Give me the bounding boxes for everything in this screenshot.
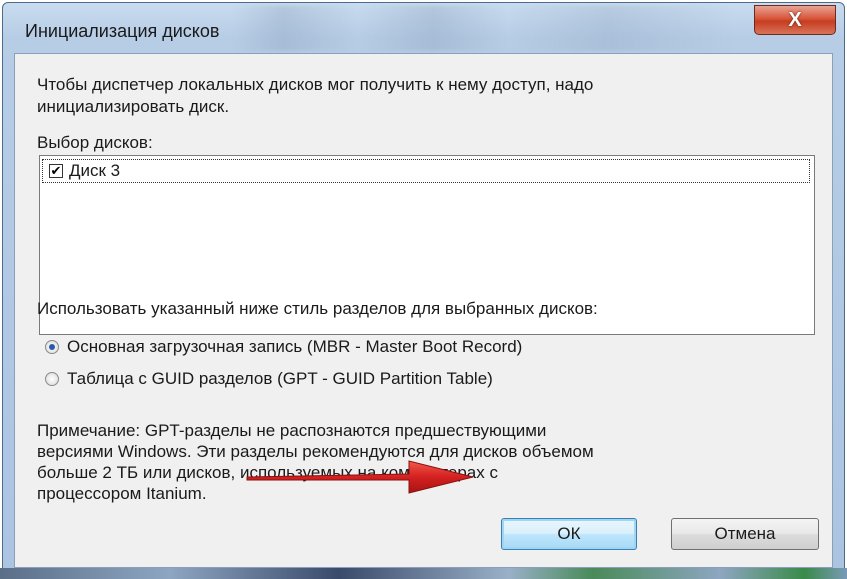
disk-label: Диск 3 [69,161,121,180]
dialog-window: Инициализация дисков X Чтобы диспетчер л… [2,2,845,577]
disk-select-label: Выбор дисков: [37,133,153,152]
list-item[interactable]: ✔ Диск 3 [42,159,810,183]
gpt-radio[interactable] [45,372,59,386]
intro-text-line2: инициализировать диск. [37,97,230,116]
note-line1: Примечание: GPT-разделы не распознаются … [37,421,547,440]
partition-style-label: Использовать указанный ниже стиль раздел… [37,299,598,318]
disk-checkbox[interactable]: ✔ [49,164,63,178]
title-bar[interactable]: Инициализация дисков X [3,3,844,53]
mbr-label[interactable]: Основная загрузочная запись (MBR - Maste… [67,336,522,357]
taskbar-strip [0,568,847,579]
cancel-button[interactable]: Отмена [671,518,819,550]
intro-text-line1: Чтобы диспетчер локальных дисков мог пол… [37,75,594,94]
blurred-background [233,5,733,51]
mbr-radio[interactable] [45,340,59,354]
close-button[interactable]: X [754,5,836,35]
note-line4: процессором Itanium. [37,484,207,503]
red-arrow-annotation [246,460,474,494]
close-icon: X [788,8,802,31]
gpt-label[interactable]: Таблица с GUID разделов (GPT - GUID Part… [67,368,493,389]
ok-button[interactable]: ОК [501,518,637,550]
dialog-title: Инициализация дисков [25,21,220,41]
